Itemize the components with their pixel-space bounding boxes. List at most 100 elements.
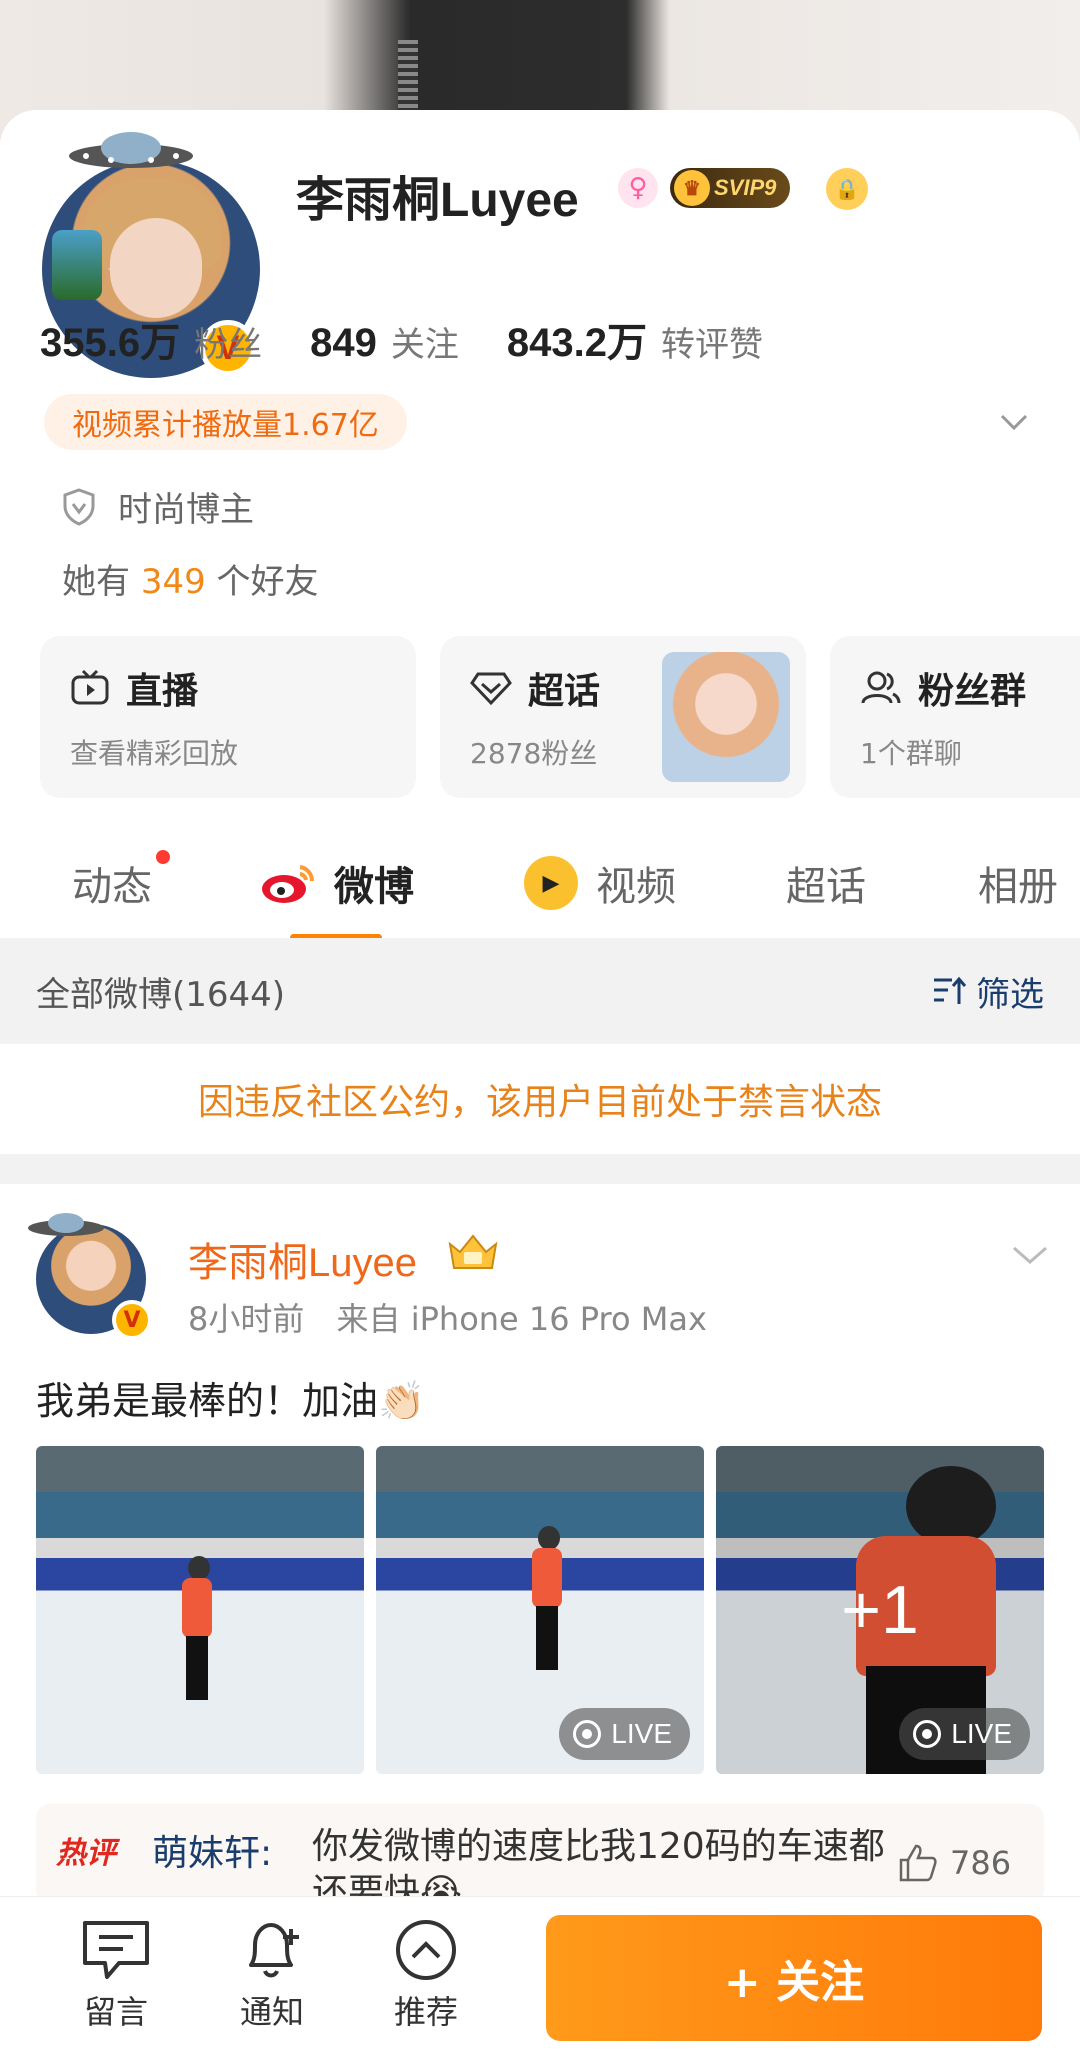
- hot-comment[interactable]: 热评 萌妹轩: 你发微博的速度比我120码的车速都还要快😭 786: [36, 1804, 1044, 1904]
- live-photo-badge: LIVE: [899, 1708, 1030, 1760]
- stat-followers[interactable]: 355.6万 粉丝: [40, 310, 262, 368]
- comment-like-button[interactable]: 786: [898, 1844, 1011, 1882]
- tab-label: 相册: [978, 864, 1058, 910]
- comment-text: 你发微博的速度比我120码的车速都还要快😭: [312, 1826, 885, 1904]
- post-text[interactable]: 我弟是最棒的！加油👏🏻: [36, 1370, 425, 1425]
- friends-count-line[interactable]: 她有 349 个好友: [62, 554, 319, 603]
- feature-title: 粉丝群: [918, 671, 1027, 712]
- filter-icon: [934, 976, 966, 1004]
- like-count: 786: [950, 1844, 1012, 1882]
- live-label: LIVE: [611, 1718, 672, 1749]
- tab-video[interactable]: ▶ 视频: [524, 854, 676, 912]
- post-source: 来自 iPhone 16 Pro Max: [336, 1300, 707, 1338]
- tab-label: 动态: [72, 864, 152, 910]
- hot-comment-tag: 热评: [56, 1836, 116, 1871]
- recommend-label: 推荐: [393, 1993, 458, 2031]
- chevron-down-icon[interactable]: [1010, 1240, 1050, 1270]
- avatar-face: [110, 218, 202, 318]
- post-author-name[interactable]: 李雨桐Luyee: [188, 1230, 417, 1288]
- thumbs-up-icon: [899, 1844, 937, 1882]
- red-dot-badge: [156, 850, 170, 864]
- live-label: LIVE: [951, 1718, 1012, 1749]
- post-time: 8小时前: [188, 1300, 305, 1338]
- tab-dynamics[interactable]: 动态: [72, 850, 170, 912]
- stat-following[interactable]: 849 关注: [310, 317, 459, 366]
- bell-plus-icon: [249, 1923, 299, 1978]
- crown-icon: ♛: [674, 170, 710, 206]
- notify-button[interactable]: 通知: [222, 1917, 322, 2033]
- feature-card-chaohua[interactable]: 超话 2878粉丝: [440, 636, 806, 798]
- follow-button[interactable]: + 关注: [546, 1915, 1042, 2041]
- weibo-post[interactable]: V 李雨桐Luyee 8小时前 来自 iPhone 16 Pro Max 我弟是…: [0, 1184, 1080, 1904]
- avatar-toy: [52, 230, 102, 300]
- verified-v-badge-icon: V: [112, 1300, 152, 1340]
- tab-label: 视频: [596, 864, 676, 910]
- chevron-up-circle-icon: [396, 1920, 456, 1980]
- message-button[interactable]: 留言: [66, 1917, 166, 2033]
- filter-label: 筛选: [976, 974, 1044, 1015]
- message-label: 留言: [83, 1993, 148, 2031]
- weibo-logo-icon: [262, 865, 315, 903]
- skater-figure: [526, 1526, 566, 1676]
- feature-title: 超话: [528, 671, 601, 712]
- profile-tag: 时尚博主: [62, 482, 254, 531]
- feature-card-fan-group[interactable]: 粉丝群 1个群聊: [830, 636, 1080, 798]
- group-icon: [861, 671, 901, 704]
- stat-value: 843.2万: [506, 321, 647, 365]
- bottom-action-bar: 留言 通知 推荐 + 关注: [0, 1896, 1080, 2056]
- feature-subtitle: 1个群聊: [860, 737, 962, 770]
- comment-user[interactable]: 萌妹轩:: [152, 1824, 272, 1876]
- filter-button[interactable]: 筛选: [932, 967, 1044, 1016]
- stat-value: 355.6万: [40, 321, 181, 365]
- message-bubble-icon: [83, 1921, 149, 1979]
- live-ring-icon: [573, 1720, 602, 1748]
- post-meta: 8小时前 来自 iPhone 16 Pro Max: [188, 1294, 729, 1340]
- feature-title: 直播: [126, 671, 199, 712]
- tab-label: 微博: [334, 864, 414, 910]
- profile-username: 李雨桐Luyee: [296, 174, 579, 227]
- friends-suffix: 个好友: [216, 562, 319, 602]
- svip-badge[interactable]: ♛ SVIP9: [670, 168, 791, 208]
- friends-prefix: 她有: [62, 562, 130, 602]
- chaohua-cover-image: [662, 652, 790, 782]
- stat-value: 849: [310, 321, 377, 365]
- ufo-pendant-icon: [69, 132, 193, 168]
- tab-label: 超话: [786, 864, 866, 910]
- profile-tag-label: 时尚博主: [118, 490, 254, 530]
- live-photo-badge: LIVE: [559, 1708, 690, 1760]
- diamond-icon: [470, 672, 512, 706]
- tab-weibo[interactable]: 微博: [260, 854, 414, 941]
- profile-tabs: 动态 微博 ▶ 视频 超话 相册: [0, 840, 1080, 941]
- stat-label: 转评赞: [660, 325, 763, 365]
- lock-badge-icon[interactable]: 🔒: [826, 168, 868, 210]
- tab-chaohua[interactable]: 超话: [786, 854, 866, 912]
- mute-notice: 因违反社区公约，该用户目前处于禁言状态: [0, 1044, 1080, 1154]
- profile-stats: 355.6万 粉丝 849 关注 843.2万 转评赞: [40, 310, 811, 370]
- all-weibo-count[interactable]: 全部微博(1644): [36, 967, 285, 1016]
- stat-label: 关注: [390, 325, 459, 365]
- notify-label: 通知: [239, 1993, 304, 2031]
- friends-count: 349: [140, 562, 206, 602]
- recommend-button[interactable]: 推荐: [376, 1917, 476, 2033]
- tv-icon: [71, 669, 109, 705]
- feature-card-live[interactable]: 直播 查看精彩回放: [40, 636, 416, 798]
- svip-crown-icon[interactable]: [446, 1230, 500, 1274]
- post-photo[interactable]: +1 LIVE: [716, 1446, 1044, 1774]
- post-photo[interactable]: LIVE: [376, 1446, 704, 1774]
- chevron-down-icon[interactable]: [998, 406, 1030, 438]
- female-gender-icon: ♀: [618, 168, 658, 208]
- stat-label: 粉丝: [194, 325, 263, 365]
- shield-icon: [63, 487, 95, 526]
- svip-label: SVIP9: [714, 175, 777, 200]
- feature-subtitle: 查看精彩回放: [70, 737, 239, 770]
- profile-card: V 李雨桐Luyee ♀ ♛ SVIP9 🔒 355.6万 粉丝 849 关注 …: [0, 110, 1080, 941]
- stat-interactions[interactable]: 843.2万 转评赞: [507, 310, 763, 368]
- video-play-icon: ▶: [524, 856, 578, 910]
- filter-bar: 全部微博(1644) 筛选: [0, 938, 1080, 1044]
- ufo-pendant-icon: [28, 1213, 104, 1236]
- live-ring-icon: [913, 1720, 942, 1748]
- video-play-count-pill[interactable]: 视频累计播放量1.67亿: [44, 394, 407, 450]
- skater-figure: [176, 1556, 216, 1706]
- post-photo[interactable]: [36, 1446, 364, 1774]
- tab-album[interactable]: 相册: [978, 854, 1058, 912]
